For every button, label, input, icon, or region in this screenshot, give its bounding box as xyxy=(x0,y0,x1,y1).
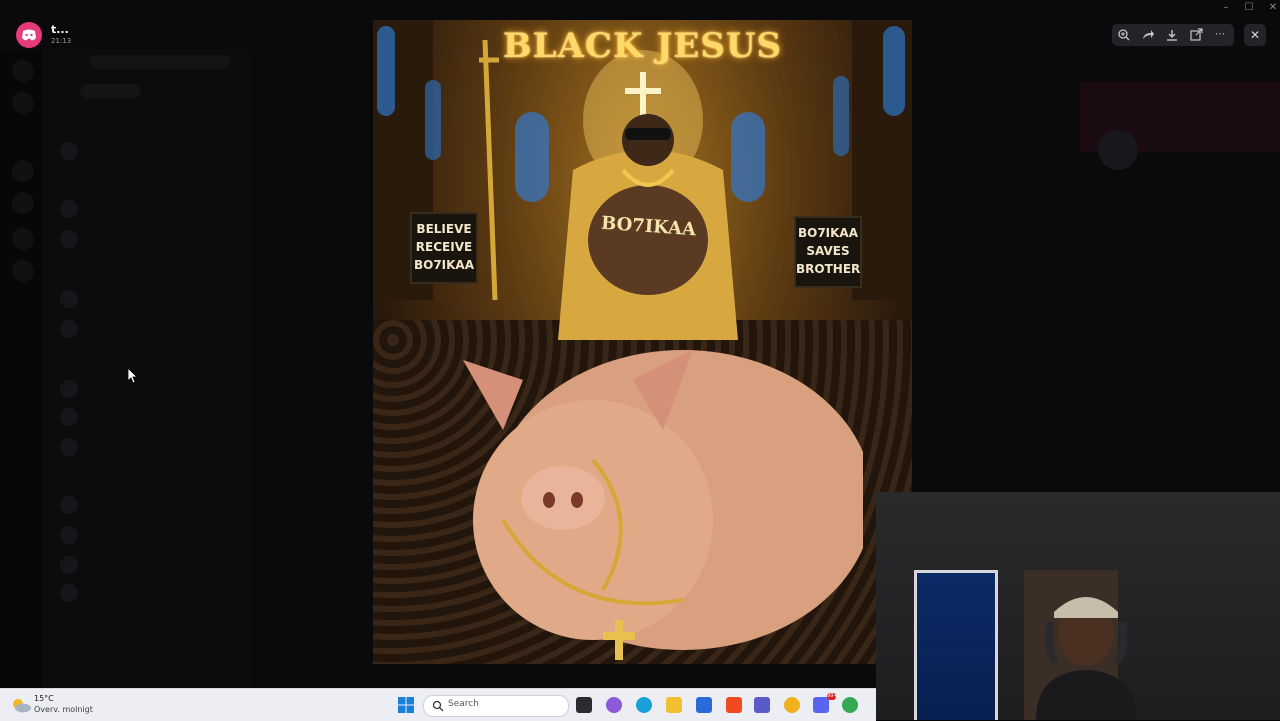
minimize-icon[interactable]: – xyxy=(1219,1,1233,15)
server-icon[interactable] xyxy=(12,92,34,114)
avatar[interactable] xyxy=(60,290,78,308)
brave-icon[interactable] xyxy=(726,697,742,713)
avatar[interactable] xyxy=(60,380,78,398)
weather-description: Overv. molnigt xyxy=(34,705,93,714)
taskbar: 15°C Overv. molnigt Search 99+ xyxy=(0,688,876,721)
open-external-icon[interactable] xyxy=(1188,27,1204,43)
store-icon[interactable] xyxy=(696,697,712,713)
avatar[interactable] xyxy=(60,526,78,544)
streamer xyxy=(1036,597,1136,720)
avatar[interactable] xyxy=(60,320,78,338)
zoom-in-icon[interactable] xyxy=(1116,27,1132,43)
pig xyxy=(463,350,863,660)
mouse-cursor-icon xyxy=(128,368,138,384)
file-explorer-icon[interactable] xyxy=(666,697,682,713)
start-icon[interactable] xyxy=(398,697,414,713)
avatar[interactable] xyxy=(60,200,78,218)
server-icon[interactable] xyxy=(12,192,34,214)
avatar[interactable] xyxy=(60,142,78,160)
avatar[interactable] xyxy=(60,438,78,456)
avatar[interactable] xyxy=(60,230,78,248)
image-title-text: BLACK JESUS xyxy=(502,26,783,66)
friends-item[interactable] xyxy=(80,84,140,98)
chrome-icon[interactable] xyxy=(842,697,858,713)
title-bar: – ☐ ✕ xyxy=(0,0,1280,16)
banner-left: BELIEVE RECEIVE BO7IKAA xyxy=(410,212,478,284)
weather-temperature: 15°C xyxy=(34,694,54,703)
discord-logo-icon xyxy=(16,22,42,48)
avatar[interactable] xyxy=(60,584,78,602)
maximize-icon[interactable]: ☐ xyxy=(1242,1,1256,15)
app-icon[interactable] xyxy=(606,697,622,713)
edge-icon[interactable] xyxy=(636,697,652,713)
search-placeholder: Search xyxy=(448,699,479,709)
search-icon xyxy=(432,700,444,712)
avatar[interactable] xyxy=(60,408,78,426)
image-viewer-toolbar: ⋯ xyxy=(1112,24,1234,46)
dm-username: t... xyxy=(51,23,69,36)
banner-right: BO7IKAA SAVES BROTHER xyxy=(794,216,862,288)
app-icon[interactable] xyxy=(784,697,800,713)
banner-left-line: RECEIVE xyxy=(415,240,473,254)
dm-search-bar[interactable] xyxy=(90,55,230,69)
window-close-icon[interactable]: ✕ xyxy=(1266,1,1280,15)
avatar[interactable] xyxy=(60,496,78,514)
taskbar-search[interactable]: Search xyxy=(423,695,569,717)
weather-icon[interactable] xyxy=(10,697,32,713)
server-icon[interactable] xyxy=(12,60,34,82)
server-sidebar xyxy=(0,50,42,688)
avatar[interactable] xyxy=(60,556,78,574)
banner-right-line: BO7IKAA xyxy=(797,226,859,240)
download-icon[interactable] xyxy=(1164,27,1180,43)
room-window xyxy=(914,570,998,720)
teams-icon[interactable] xyxy=(754,697,770,713)
banner-right-line: BROTHER xyxy=(796,262,861,276)
server-icon[interactable] xyxy=(12,160,34,182)
task-view-icon[interactable] xyxy=(576,697,592,713)
discord-icon[interactable] xyxy=(813,697,829,713)
notification-badge: 99+ xyxy=(827,693,838,700)
server-icon[interactable] xyxy=(12,260,34,282)
banner-left-line: BELIEVE xyxy=(416,222,472,236)
more-icon[interactable]: ⋯ xyxy=(1212,27,1228,43)
profile-avatar xyxy=(1098,130,1138,170)
banner-left-line: BO7IKAA xyxy=(413,258,475,272)
close-icon[interactable]: ✕ xyxy=(1244,24,1266,46)
banner-right-line: SAVES xyxy=(806,244,850,258)
dm-timestamp: 21:13 xyxy=(51,37,72,45)
server-icon[interactable] xyxy=(12,228,34,250)
attachment-image[interactable]: BLACK JESUS BELIEVE RECEIVE BO7IKAA BO7I… xyxy=(373,20,912,664)
forward-icon[interactable] xyxy=(1140,27,1156,43)
webcam-overlay xyxy=(876,492,1280,720)
